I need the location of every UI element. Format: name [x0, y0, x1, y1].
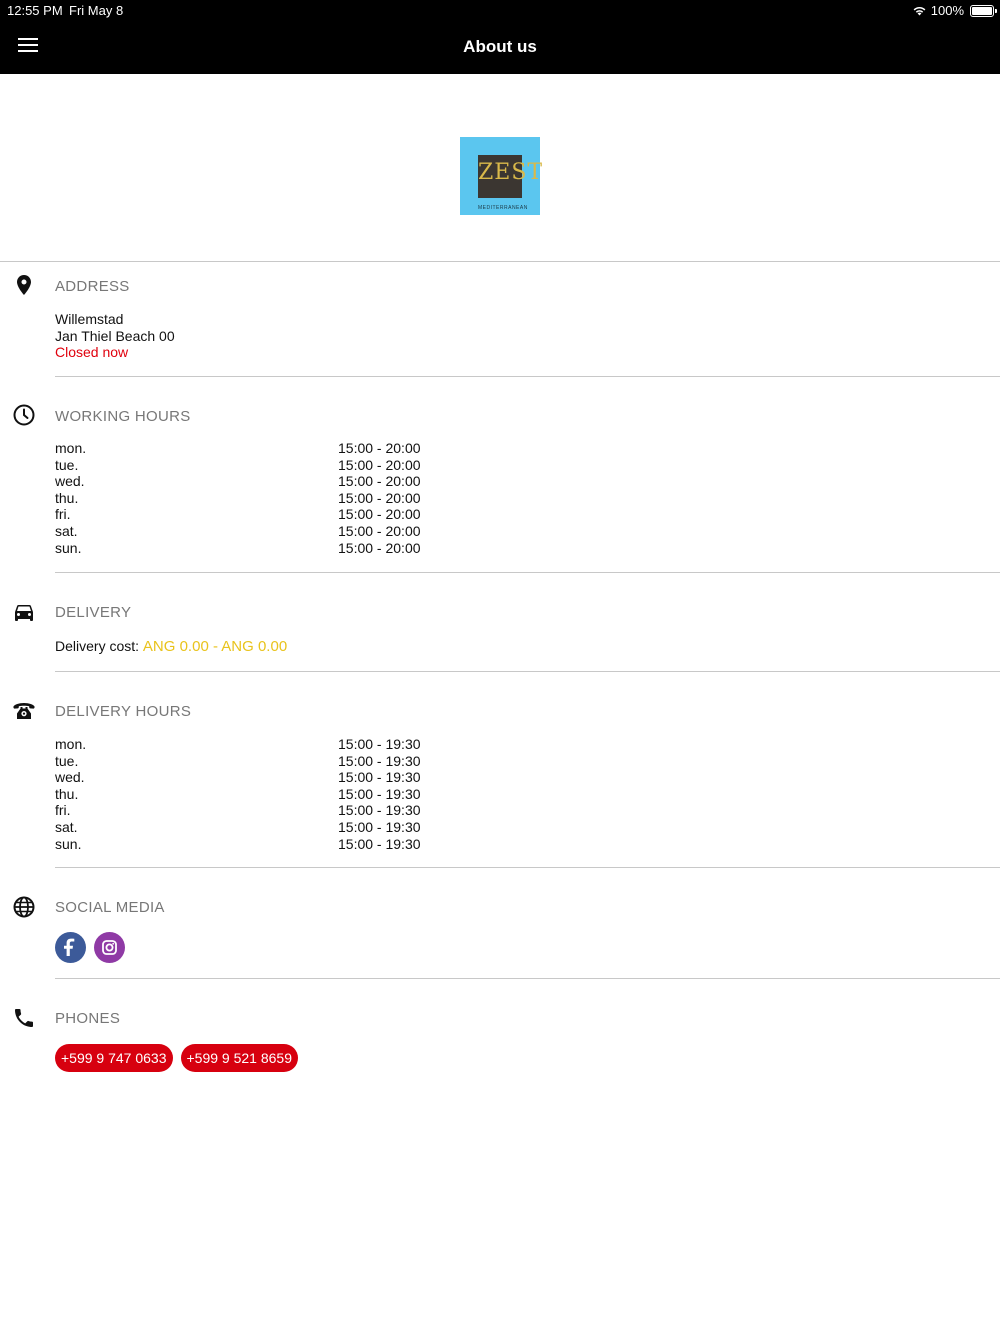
hours-day: mon. [55, 440, 87, 456]
hours-time: 15:00 - 20:00 [338, 489, 421, 506]
top-bar: 12:55 PM Fri May 8 100% About us [0, 0, 1000, 74]
hours-time: 15:00 - 20:00 [338, 440, 421, 456]
divider [55, 572, 1000, 573]
location-pin-icon [17, 275, 31, 295]
hours-time: 15:00 - 20:00 [338, 506, 421, 523]
hours-row: sun. 15:00 - 19:30 [55, 836, 455, 853]
logo-mark: ZEST MEDITERRANEAN [478, 154, 544, 211]
hours-row: wed. 15:00 - 20:00 [55, 473, 455, 490]
hours-row: mon. 15:00 - 19:30 [55, 736, 455, 753]
logo-word: ZEST [478, 159, 544, 185]
working-hours-table: mon. 15:00 - 20:00 tue. 15:00 - 20:00 wed.… [55, 440, 455, 556]
divider [55, 978, 1000, 979]
delivery-hours-title: DELIVERY HOURS [55, 703, 192, 720]
address-line1: Willemstad [55, 311, 124, 327]
hours-time: 15:00 - 19:30 [338, 785, 421, 802]
hours-day: wed. [55, 769, 85, 786]
hours-day: thu. [55, 785, 79, 802]
phones-title: PHONES [55, 1010, 121, 1027]
hours-time: 15:00 - 19:30 [338, 752, 421, 769]
delivery-hours-table: mon. 15:00 - 19:30 tue. 15:00 - 19:30 wed.… [55, 736, 455, 852]
hours-day: sat. [55, 522, 78, 539]
hours-row: fri. 15:00 - 20:00 [55, 506, 455, 523]
instagram-icon [102, 940, 117, 955]
facebook-button[interactable] [55, 932, 86, 963]
divider [55, 867, 1000, 868]
social-media-title: SOCIAL MEDIA [55, 899, 165, 916]
page-title: About us [463, 37, 537, 56]
phone-button-2[interactable]: +599 9 521 8659 [180, 1044, 298, 1072]
status-indicators: 100% [912, 3, 997, 18]
delivery-title: DELIVERY [55, 604, 132, 621]
hours-row: wed. 15:00 - 19:30 [55, 769, 455, 786]
divider [0, 261, 1000, 262]
globe-icon [13, 896, 35, 918]
hours-time: 15:00 - 20:00 [338, 522, 421, 539]
hours-day: wed. [55, 473, 85, 490]
divider [55, 671, 1000, 672]
car-icon [15, 605, 33, 621]
social-links [55, 932, 125, 963]
hours-time: 15:00 - 19:30 [338, 802, 421, 819]
instagram-button[interactable] [94, 932, 125, 963]
hours-row: tue. 15:00 - 19:30 [55, 753, 455, 770]
status-time: 12:55 PM [7, 3, 63, 18]
delivery-cost-value: ANG 0.00 - ANG 0.00 [142, 638, 288, 655]
hours-day: sun. [55, 539, 82, 556]
hours-time: 15:00 - 20:00 [338, 456, 421, 473]
hours-row: fri. 15:00 - 19:30 [55, 802, 455, 819]
divider [55, 376, 1000, 377]
restaurant-logo: ZEST MEDITERRANEAN [460, 137, 544, 215]
hours-day: thu. [55, 489, 79, 506]
battery-icon [970, 4, 997, 17]
hours-row: sat. 15:00 - 19:30 [55, 819, 455, 836]
hours-row: thu. 15:00 - 19:30 [55, 786, 455, 803]
hours-row: mon. 15:00 - 20:00 [55, 440, 455, 457]
hours-row: thu. 15:00 - 20:00 [55, 490, 455, 507]
hours-day: fri. [55, 802, 71, 819]
address-title: ADDRESS [55, 278, 130, 295]
open-status: Closed now [55, 344, 129, 360]
hours-row: tue. 15:00 - 20:00 [55, 457, 455, 474]
hours-time: 15:00 - 20:00 [338, 539, 421, 556]
hours-time: 15:00 - 19:30 [338, 769, 421, 786]
phone-buttons: +599 9 747 0633 +599 9 521 8659 [55, 1044, 298, 1072]
phone-icon [15, 1009, 33, 1027]
hours-day: tue. [55, 752, 79, 769]
delivery-cost-label: Delivery cost: [55, 638, 140, 654]
phone-button-1[interactable]: +599 9 747 0633 [55, 1044, 173, 1072]
hours-time: 15:00 - 19:30 [338, 818, 421, 835]
hours-time: 15:00 - 20:00 [338, 473, 421, 490]
battery-percent: 100% [930, 3, 964, 18]
hours-day: sun. [55, 835, 82, 852]
delivery-cost: Delivery cost: ANG 0.00 - ANG 0.00 [55, 638, 287, 656]
wifi-icon [913, 6, 926, 16]
hours-day: mon. [55, 736, 87, 752]
address-line2: Jan Thiel Beach 00 [55, 328, 175, 344]
facebook-icon [64, 938, 75, 956]
working-hours-title: WORKING HOURS [55, 408, 191, 425]
status-date: Fri May 8 [69, 3, 124, 18]
hours-day: sat. [55, 818, 78, 835]
hours-day: fri. [55, 506, 71, 523]
hours-day: tue. [55, 456, 79, 473]
clock-icon [13, 404, 35, 426]
hours-time: 15:00 - 19:30 [338, 835, 421, 852]
telephone-icon [13, 703, 35, 719]
hours-row: sat. 15:00 - 20:00 [55, 523, 455, 540]
hours-row: sun. 15:00 - 20:00 [55, 540, 455, 557]
hours-time: 15:00 - 19:30 [338, 736, 421, 752]
logo-subtitle: MEDITERRANEAN [478, 204, 528, 211]
